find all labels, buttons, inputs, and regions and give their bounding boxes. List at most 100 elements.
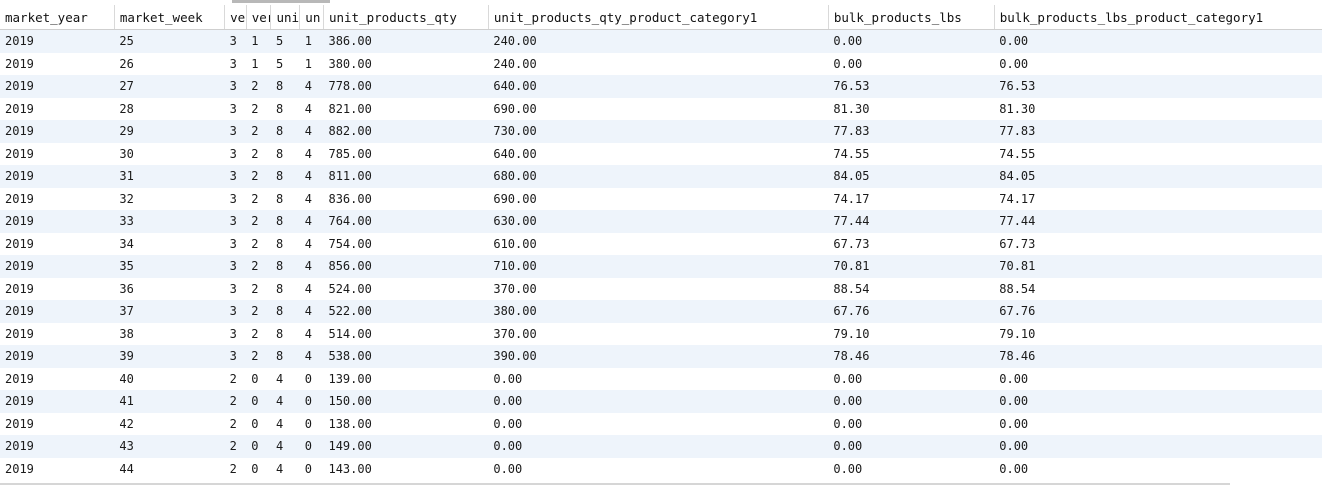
- cell-bulk-products-lbs[interactable]: 77.44: [828, 210, 995, 233]
- cell-uni[interactable]: 5: [270, 52, 300, 75]
- cell-market-year[interactable]: 2019: [0, 345, 115, 368]
- cell-un[interactable]: 0: [299, 390, 324, 413]
- cell-market-week[interactable]: 29: [114, 120, 225, 143]
- cell-unit-products-qty[interactable]: 386.00: [323, 29, 489, 53]
- cell-uni[interactable]: 8: [270, 300, 300, 323]
- cell-unit-products-qty[interactable]: 380.00: [323, 52, 489, 75]
- cell-uni[interactable]: 8: [270, 142, 300, 165]
- cell-market-week[interactable]: 39: [114, 345, 225, 368]
- cell-un[interactable]: 0: [299, 412, 324, 435]
- column-header-ver-2[interactable]: ver: [246, 5, 272, 30]
- cell-bulk-products-lbs[interactable]: 81.30: [828, 97, 995, 120]
- cell-un[interactable]: 4: [299, 187, 324, 210]
- column-header-unit-products-qty-category1[interactable]: unit_products_qty_product_category1: [488, 5, 829, 30]
- cell-unit-products-qty[interactable]: 778.00: [323, 75, 489, 98]
- cell-bulk-products-lbs[interactable]: 78.46: [828, 345, 995, 368]
- cell-uni[interactable]: 8: [270, 345, 300, 368]
- cell-market-year[interactable]: 2019: [0, 97, 115, 120]
- cell-market-week[interactable]: 37: [114, 300, 225, 323]
- cell-uni[interactable]: 8: [270, 232, 300, 255]
- cell-unit-products-qty-category1[interactable]: 690.00: [488, 97, 829, 120]
- cell-unit-products-qty[interactable]: 150.00: [323, 390, 489, 413]
- cell-bulk-products-lbs[interactable]: 79.10: [828, 322, 995, 345]
- cell-unit-products-qty[interactable]: 139.00: [323, 367, 489, 390]
- cell-un[interactable]: 4: [299, 75, 324, 98]
- cell-ver-1[interactable]: 2: [224, 367, 247, 390]
- column-header-bulk-products-lbs[interactable]: bulk_products_lbs: [828, 5, 995, 30]
- table-row[interactable]: 2019 43 2 0 4 0 149.00 0.00 0.00 0.00: [0, 435, 1322, 458]
- cell-uni[interactable]: 8: [270, 277, 300, 300]
- table-row[interactable]: 2019 26 3 1 5 1 380.00 240.00 0.00 0.00: [0, 52, 1322, 75]
- cell-ver-2[interactable]: 1: [246, 29, 271, 53]
- cell-market-week[interactable]: 27: [114, 75, 225, 98]
- cell-ver-2[interactable]: 0: [246, 367, 271, 390]
- cell-bulk-products-lbs-category1[interactable]: 78.46: [994, 345, 1322, 368]
- cell-ver-2[interactable]: 2: [246, 142, 271, 165]
- cell-market-year[interactable]: 2019: [0, 187, 115, 210]
- cell-ver-2[interactable]: 0: [246, 390, 271, 413]
- cell-uni[interactable]: 4: [270, 457, 300, 480]
- cell-bulk-products-lbs-category1[interactable]: 70.81: [994, 255, 1322, 278]
- cell-un[interactable]: 1: [299, 29, 324, 53]
- cell-uni[interactable]: 8: [270, 120, 300, 143]
- cell-bulk-products-lbs[interactable]: 0.00: [828, 390, 995, 413]
- cell-unit-products-qty-category1[interactable]: 690.00: [488, 187, 829, 210]
- cell-unit-products-qty-category1[interactable]: 370.00: [488, 277, 829, 300]
- cell-unit-products-qty-category1[interactable]: 610.00: [488, 232, 829, 255]
- column-header-bulk-products-lbs-category1[interactable]: bulk_products_lbs_product_category1: [994, 5, 1322, 30]
- cell-unit-products-qty-category1[interactable]: 240.00: [488, 52, 829, 75]
- cell-unit-products-qty-category1[interactable]: 390.00: [488, 345, 829, 368]
- cell-unit-products-qty-category1[interactable]: 0.00: [488, 367, 829, 390]
- cell-unit-products-qty-category1[interactable]: 0.00: [488, 390, 829, 413]
- cell-market-year[interactable]: 2019: [0, 322, 115, 345]
- cell-ver-1[interactable]: 3: [224, 52, 247, 75]
- cell-uni[interactable]: 8: [270, 75, 300, 98]
- cell-market-year[interactable]: 2019: [0, 412, 115, 435]
- cell-market-week[interactable]: 34: [114, 232, 225, 255]
- cell-ver-1[interactable]: 3: [224, 300, 247, 323]
- cell-unit-products-qty[interactable]: 524.00: [323, 277, 489, 300]
- cell-ver-1[interactable]: 3: [224, 75, 247, 98]
- cell-market-week[interactable]: 36: [114, 277, 225, 300]
- cell-bulk-products-lbs[interactable]: 74.17: [828, 187, 995, 210]
- cell-bulk-products-lbs[interactable]: 0.00: [828, 367, 995, 390]
- cell-bulk-products-lbs[interactable]: 88.54: [828, 277, 995, 300]
- cell-un[interactable]: 4: [299, 345, 324, 368]
- cell-market-year[interactable]: 2019: [0, 390, 115, 413]
- cell-unit-products-qty-category1[interactable]: 730.00: [488, 120, 829, 143]
- cell-bulk-products-lbs[interactable]: 67.76: [828, 300, 995, 323]
- table-row[interactable]: 2019 30 3 2 8 4 785.00 640.00 74.55 74.55: [0, 142, 1322, 165]
- cell-bulk-products-lbs[interactable]: 77.83: [828, 120, 995, 143]
- cell-bulk-products-lbs-category1[interactable]: 0.00: [994, 367, 1322, 390]
- table-row[interactable]: 2019 39 3 2 8 4 538.00 390.00 78.46 78.46: [0, 345, 1322, 368]
- cell-unit-products-qty-category1[interactable]: 640.00: [488, 75, 829, 98]
- cell-un[interactable]: 4: [299, 277, 324, 300]
- cell-ver-1[interactable]: 3: [224, 277, 247, 300]
- cell-bulk-products-lbs[interactable]: 0.00: [828, 52, 995, 75]
- cell-market-week[interactable]: 44: [114, 457, 225, 480]
- cell-market-week[interactable]: 25: [114, 29, 225, 53]
- cell-bulk-products-lbs[interactable]: 67.73: [828, 232, 995, 255]
- cell-ver-2[interactable]: 2: [246, 232, 271, 255]
- cell-bulk-products-lbs[interactable]: 70.81: [828, 255, 995, 278]
- cell-bulk-products-lbs-category1[interactable]: 74.55: [994, 142, 1322, 165]
- cell-unit-products-qty-category1[interactable]: 370.00: [488, 322, 829, 345]
- cell-ver-2[interactable]: 2: [246, 277, 271, 300]
- cell-ver-2[interactable]: 0: [246, 412, 271, 435]
- cell-bulk-products-lbs-category1[interactable]: 77.44: [994, 210, 1322, 233]
- cell-ver-1[interactable]: 3: [224, 97, 247, 120]
- cell-bulk-products-lbs-category1[interactable]: 84.05: [994, 165, 1322, 188]
- cell-bulk-products-lbs-category1[interactable]: 0.00: [994, 29, 1322, 53]
- cell-uni[interactable]: 5: [270, 29, 300, 53]
- column-header-market-year[interactable]: market_year: [0, 5, 115, 30]
- cell-un[interactable]: 0: [299, 435, 324, 458]
- cell-market-year[interactable]: 2019: [0, 165, 115, 188]
- cell-market-week[interactable]: 41: [114, 390, 225, 413]
- cell-un[interactable]: 4: [299, 210, 324, 233]
- cell-unit-products-qty[interactable]: 522.00: [323, 300, 489, 323]
- cell-market-week[interactable]: 30: [114, 142, 225, 165]
- cell-unit-products-qty[interactable]: 882.00: [323, 120, 489, 143]
- cell-market-week[interactable]: 42: [114, 412, 225, 435]
- cell-ver-1[interactable]: 3: [224, 345, 247, 368]
- cell-unit-products-qty[interactable]: 138.00: [323, 412, 489, 435]
